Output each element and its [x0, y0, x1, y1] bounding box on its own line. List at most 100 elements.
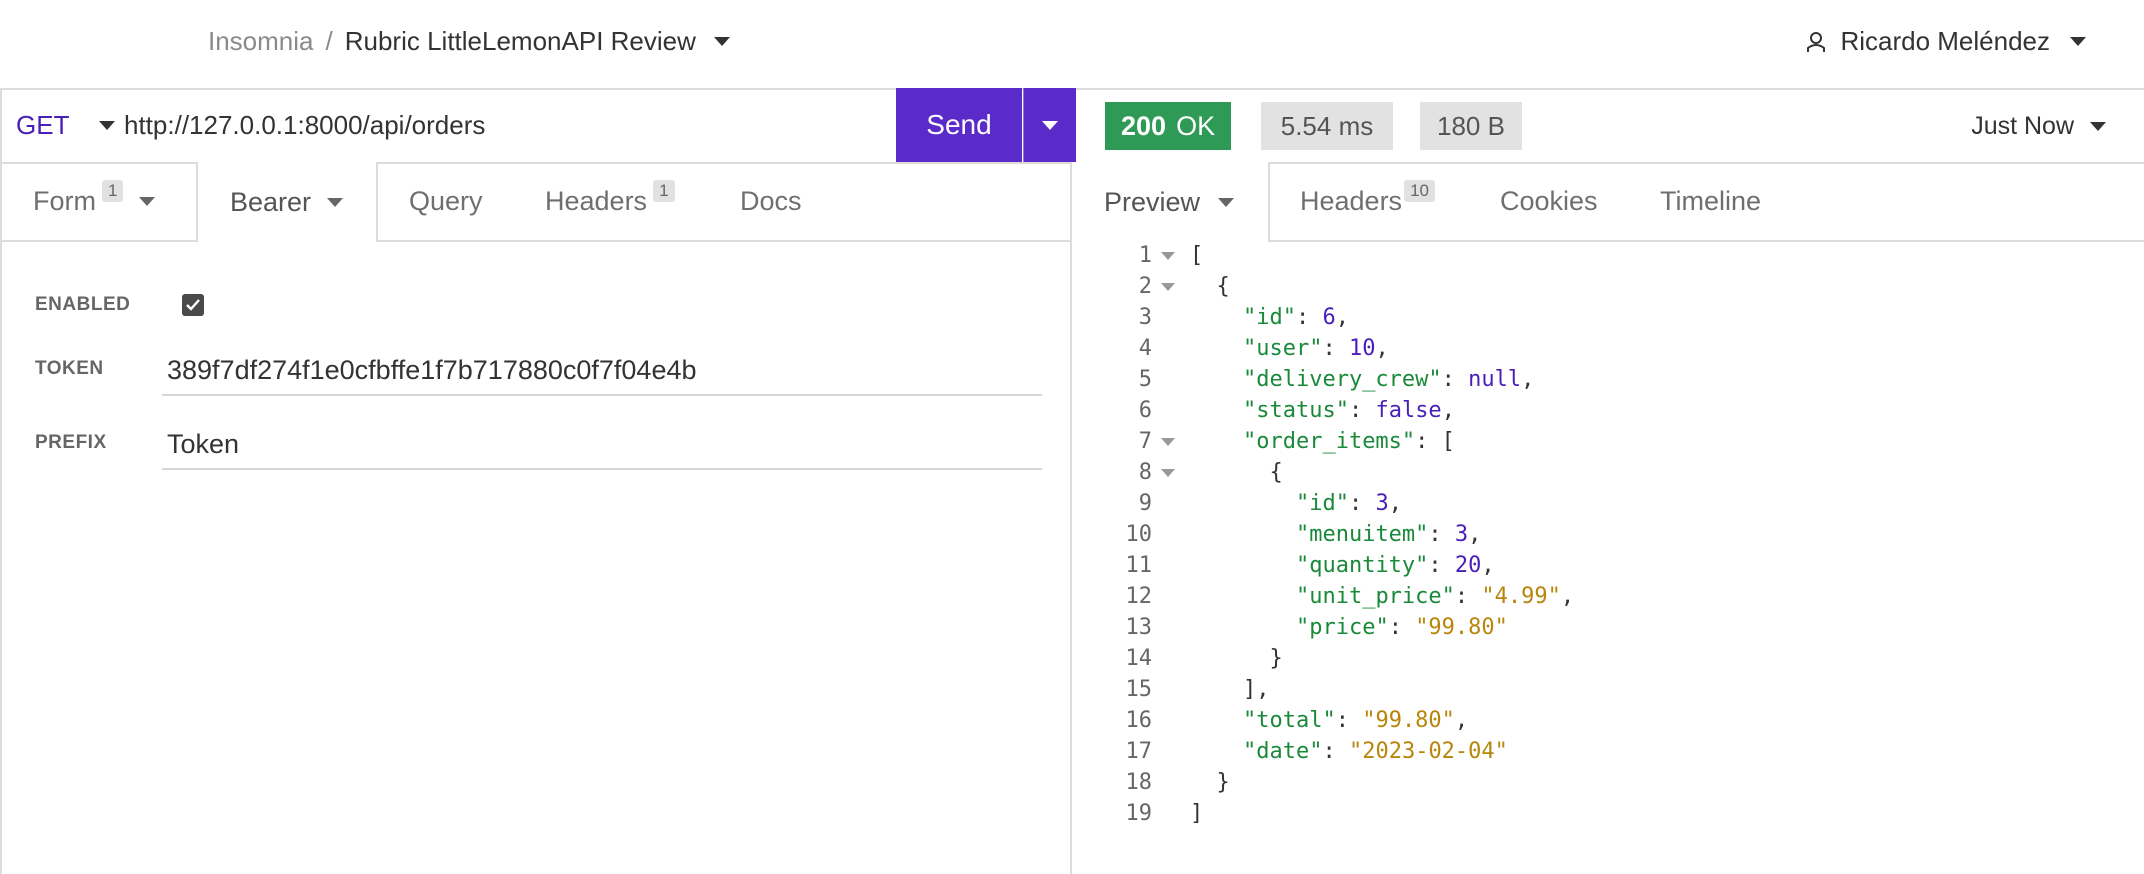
tab-label: Form [33, 185, 96, 216]
method-label: GET [16, 110, 70, 140]
chevron-down-icon[interactable] [713, 37, 730, 46]
line-number: 17 [1125, 739, 1153, 764]
tab-bearer[interactable]: Bearer [196, 162, 378, 242]
code-line: 1[ [1074, 240, 2144, 271]
code-line: 7 "order_items": [ [1074, 426, 2144, 457]
prefix-label: PREFIX [35, 432, 107, 453]
code-line: 9 "id": 3, [1074, 488, 2144, 519]
token-input[interactable]: 389f7df274f1e0cfbffe1f7b717880c0f7f04e4b [162, 348, 1042, 396]
code-line: 17 "date": "2023-02-04" [1074, 736, 2144, 767]
code-line: 6 "status": false, [1074, 395, 2144, 426]
tab-label: Query [409, 185, 483, 216]
tab-form[interactable]: Form 1 [33, 162, 156, 240]
tab-label: Docs [740, 185, 802, 216]
send-options-button[interactable] [1023, 88, 1076, 162]
line-number: 16 [1125, 708, 1153, 733]
line-number: 10 [1125, 522, 1153, 547]
line-number: 19 [1125, 801, 1153, 826]
enabled-label: ENABLED [35, 294, 131, 315]
tab-preview[interactable]: Preview [1074, 162, 1270, 242]
line-number: 13 [1125, 615, 1153, 640]
tab-label: Cookies [1500, 185, 1598, 216]
tab-label: Bearer [230, 186, 312, 217]
tab-docs[interactable]: Docs [740, 162, 802, 240]
code-text: "delivery_crew": null, [1242, 367, 1535, 392]
code-line: 12 "unit_price": "4.99", [1074, 581, 2144, 612]
tab-label: Timeline [1660, 185, 1762, 216]
tab-cookies[interactable]: Cookies [1500, 162, 1598, 240]
breadcrumb: Insomnia / Rubric LittleLemonAPI Review [208, 26, 730, 57]
code-text: "total": "99.80", [1242, 708, 1469, 733]
user-icon [1807, 31, 1826, 52]
line-number: 3 [1138, 305, 1152, 330]
response-tabs: Preview Headers 10 Cookies Timeline [1074, 162, 2144, 242]
tab-response-headers[interactable]: Headers 10 [1300, 162, 1435, 240]
chevron-down-icon [2070, 37, 2086, 46]
code-line: 10 "menuitem": 3, [1074, 519, 2144, 550]
chevron-down-icon [99, 121, 116, 130]
line-number: 5 [1138, 367, 1152, 392]
fold-arrow-icon[interactable] [1161, 438, 1175, 446]
response-time: 5.54 ms [1261, 102, 1393, 150]
code-line: 11 "quantity": 20, [1074, 550, 2144, 581]
code-text: "quantity": 20, [1295, 553, 1495, 578]
token-label: TOKEN [35, 358, 104, 379]
tab-query[interactable]: Query [409, 162, 483, 240]
code-text: } [1190, 770, 1230, 795]
code-line: 16 "total": "99.80", [1074, 705, 2144, 736]
code-text: } [1190, 646, 1283, 671]
code-text: "id": 6, [1242, 305, 1349, 330]
code-text: ] [1190, 801, 1204, 826]
code-text: "status": false, [1242, 398, 1455, 423]
breadcrumb-workspace[interactable]: Rubric LittleLemonAPI Review [345, 26, 696, 57]
history-label: Just Now [1971, 112, 2074, 140]
status-code: 200 [1121, 110, 1167, 141]
code-line: 2 { [1074, 271, 2144, 302]
code-text: ], [1190, 677, 1270, 702]
user-menu[interactable]: Ricardo Meléndez [1806, 26, 2086, 57]
response-pane: 200 OK 5.54 ms 180 B Just Now Preview He… [1074, 88, 2144, 874]
code-line: 15 ], [1074, 674, 2144, 705]
tab-badge: 1 [102, 180, 124, 202]
request-pane: GET http://127.0.0.1:8000/api/orders Sen… [0, 88, 1076, 874]
code-text: "user": 10, [1242, 336, 1389, 361]
code-line: 5 "delivery_crew": null, [1074, 364, 2144, 395]
url-bar: GET http://127.0.0.1:8000/api/orders Sen… [2, 88, 1076, 164]
chevron-down-icon [139, 196, 156, 206]
send-button[interactable]: Send [896, 88, 1022, 162]
line-number: 9 [1138, 491, 1152, 516]
method-select[interactable]: GET [16, 110, 116, 141]
enabled-checkbox[interactable] [182, 294, 204, 316]
status-badge: 200 OK [1105, 102, 1232, 150]
top-header: Insomnia / Rubric LittleLemonAPI Review … [0, 0, 2144, 90]
breadcrumb-home[interactable]: Insomnia [208, 26, 314, 57]
line-number: 4 [1138, 336, 1152, 361]
tab-badge: 1 [653, 180, 675, 202]
line-number: 18 [1125, 770, 1153, 795]
tab-timeline[interactable]: Timeline [1660, 162, 1761, 240]
user-name: Ricardo Meléndez [1840, 26, 2050, 56]
code-line: 14 } [1074, 643, 2144, 674]
code-text: "id": 3, [1295, 491, 1402, 516]
fold-arrow-icon[interactable] [1161, 283, 1175, 291]
chevron-down-icon [1218, 197, 1235, 207]
code-line: 19] [1074, 798, 2144, 829]
fold-arrow-icon[interactable] [1161, 252, 1175, 260]
response-body-viewer[interactable]: 1[2 {3 "id": 6, 4 "user": 10, 5 "delivery_… [1074, 240, 2144, 829]
history-dropdown[interactable]: Just Now [1971, 112, 2106, 141]
tab-label: Preview [1104, 186, 1201, 217]
response-status-bar: 200 OK 5.54 ms 180 B Just Now [1074, 88, 2144, 164]
code-text: "menuitem": 3, [1295, 522, 1482, 547]
fold-arrow-icon[interactable] [1161, 469, 1175, 477]
code-text: "unit_price": "4.99", [1295, 584, 1575, 609]
prefix-input[interactable]: Token [162, 422, 1042, 470]
line-number: 12 [1125, 584, 1153, 609]
breadcrumb-separator: / [325, 26, 333, 56]
line-number: 1 [1138, 243, 1152, 268]
url-input[interactable]: http://127.0.0.1:8000/api/orders [124, 110, 485, 141]
code-line: 3 "id": 6, [1074, 302, 2144, 333]
code-text: [ [1190, 243, 1204, 268]
line-number: 7 [1138, 429, 1152, 454]
code-line: 13 "price": "99.80" [1074, 612, 2144, 643]
tab-headers[interactable]: Headers 1 [545, 162, 675, 240]
